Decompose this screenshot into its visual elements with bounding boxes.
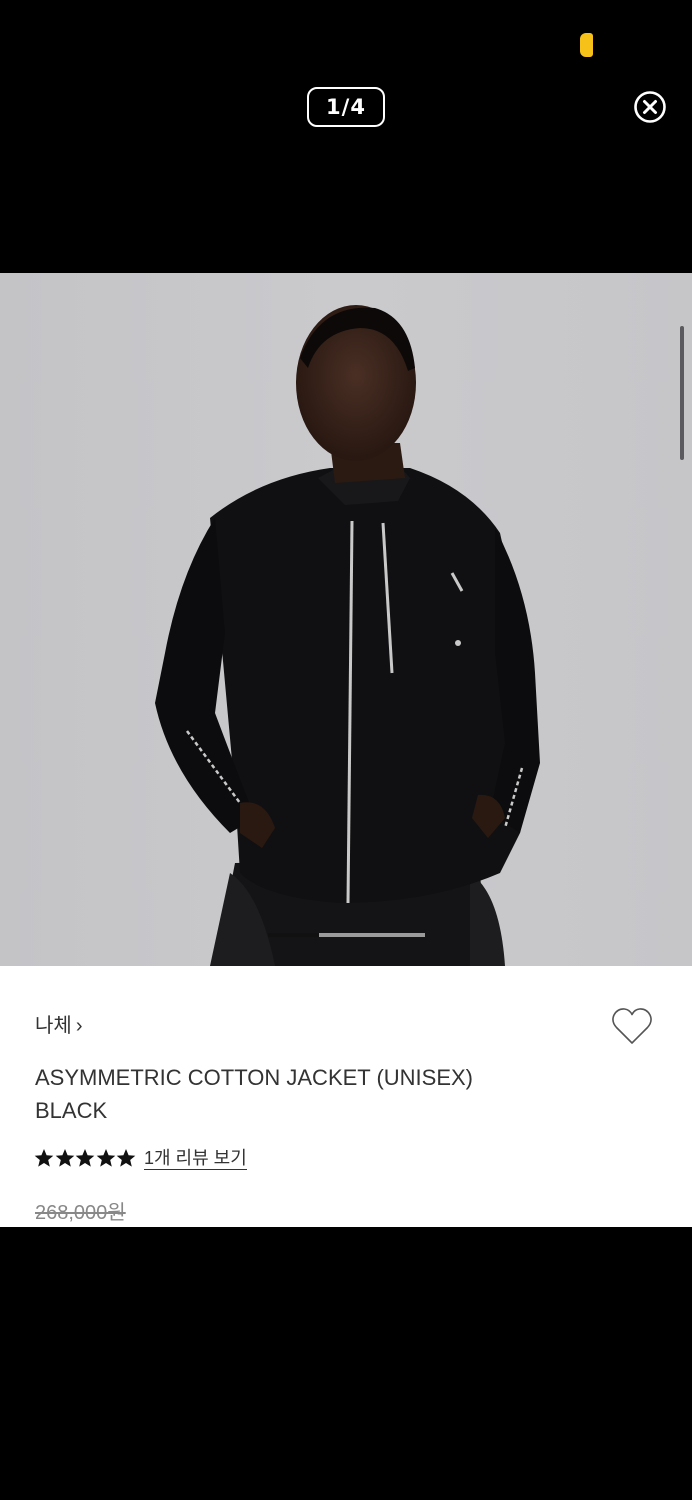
image-counter: 1/4	[307, 87, 385, 127]
product-title-line2: BLACK	[35, 1098, 108, 1123]
carousel-progress	[268, 933, 425, 937]
star-icon	[55, 1149, 74, 1167]
wishlist-button[interactable]	[610, 1006, 654, 1046]
original-price: 268,000원	[35, 1202, 126, 1224]
brand-link[interactable]: 나체 ›	[35, 1009, 82, 1038]
rating-stars	[34, 1148, 137, 1168]
star-icon	[34, 1149, 54, 1167]
star-icon	[117, 1149, 136, 1167]
heart-outline-icon	[612, 1008, 652, 1044]
carousel-progress-thumb	[268, 933, 319, 937]
star-icon	[75, 1149, 95, 1167]
star-icon	[96, 1149, 116, 1167]
brand-name: 나체	[35, 1015, 72, 1037]
close-circle-icon	[634, 91, 666, 123]
status-indicator-icon	[580, 33, 593, 57]
product-info-sheet: 나체 › ASYMMETRIC COTTON JACKET (UNISEX) BL…	[0, 966, 692, 1227]
close-button[interactable]	[633, 90, 667, 124]
rating-row: 1개 리뷰 보기	[34, 1146, 247, 1170]
product-photo[interactable]	[0, 273, 692, 966]
review-link[interactable]: 1개 리뷰 보기	[143, 1147, 247, 1170]
product-photo-illustration	[0, 273, 692, 966]
image-viewer-screen: 1/4 나체 › ASYMMETRIC COTTON JACKET (UNISE…	[0, 0, 692, 1500]
chevron-right-icon: ›	[75, 1015, 83, 1037]
vertical-scrollbar[interactable]	[680, 326, 684, 460]
product-title-line1: ASYMMETRIC COTTON JACKET (UNISEX)	[35, 1065, 474, 1090]
product-title: ASYMMETRIC COTTON JACKET (UNISEX) BLACK	[35, 1061, 595, 1127]
